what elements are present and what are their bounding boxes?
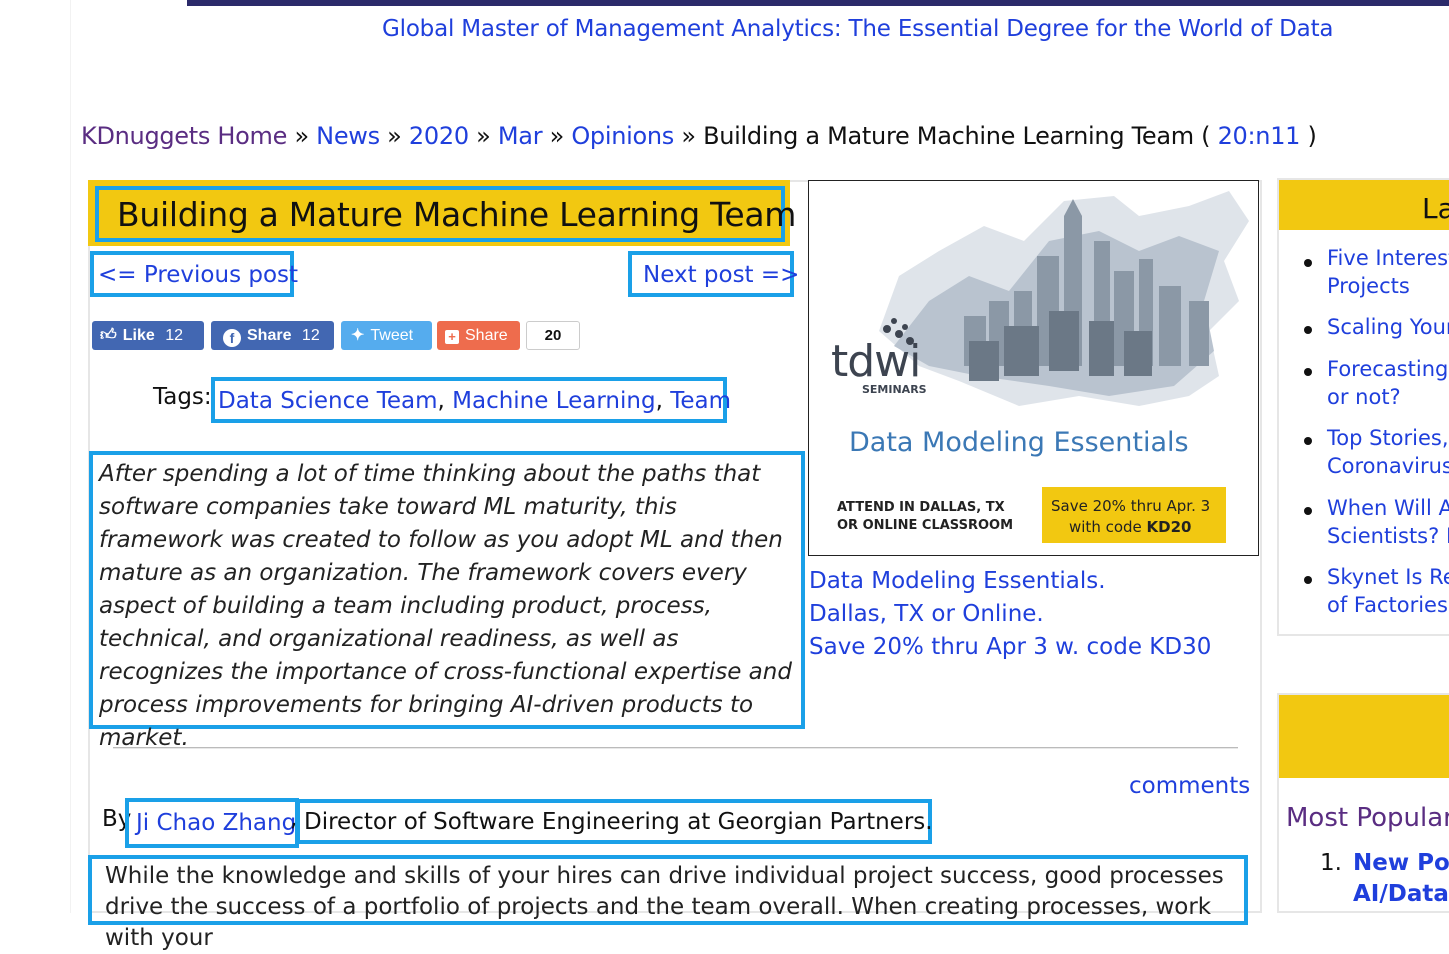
facebook-share-button[interactable]: f Share 12 — [211, 321, 334, 350]
tags-list: Data Science Team, Machine Learning, Tea… — [211, 377, 731, 423]
author-link[interactable]: Ji Chao Zhang — [125, 798, 299, 848]
breadcrumb-home[interactable]: KDnuggets Home — [81, 122, 287, 150]
most-popular-title: Most Popular — [1286, 803, 1449, 833]
breadcrumb-issue[interactable]: 20:n11 — [1218, 122, 1301, 150]
tag-link[interactable]: Data Science Team — [218, 388, 438, 414]
ad-brand-sub: SEMINARS — [862, 383, 927, 396]
bullet — [1304, 437, 1312, 445]
share-total-count: 20 — [526, 321, 580, 350]
bullet — [1304, 326, 1312, 334]
latest-posts-title: La — [1422, 192, 1449, 225]
article-title: Building a Mature Machine Learning Team — [95, 186, 796, 242]
thumbs-up-icon: 👍︎ — [100, 327, 117, 344]
bullet — [1304, 368, 1312, 376]
author-role: Director of Software Engineering at Geor… — [296, 799, 933, 844]
ad-caption[interactable]: Data Modeling Essentials. Dallas, TX or … — [809, 565, 1211, 664]
plus-icon: + — [445, 330, 459, 344]
comments-link[interactable]: comments — [1129, 773, 1250, 799]
share-count: 12 — [301, 327, 320, 344]
bullet — [1304, 576, 1312, 584]
breadcrumb-sep: » — [549, 122, 565, 150]
breadcrumb-close: ) — [1307, 122, 1317, 150]
ad-attend-line1: ATTEND IN DALLAS, TX — [837, 500, 1005, 515]
divider — [113, 747, 1238, 749]
article-body: While the knowledge and skills of your h… — [88, 855, 1248, 951]
article-excerpt: After spending a lot of time thinking ab… — [89, 451, 805, 751]
addthis-share-button[interactable]: + Share — [437, 321, 520, 350]
facebook-icon: f — [223, 329, 241, 347]
facebook-like-button[interactable]: 👍︎ Like 12 — [92, 321, 204, 350]
tag-link[interactable]: Machine Learning — [452, 388, 655, 414]
ad-save-line1: Save 20% thru Apr. 3 — [1051, 497, 1210, 515]
next-post-link[interactable]: Next post => — [628, 251, 799, 297]
ad-banner[interactable]: tdwi SEMINARS Data Modeling Essentials A… — [808, 180, 1259, 556]
author-role-end: . — [925, 809, 933, 835]
ad-headline: Data Modeling Essentials — [849, 427, 1189, 458]
like-label: Like — [122, 327, 155, 344]
bullet — [1304, 507, 1312, 515]
breadcrumb-section[interactable]: Opinions — [571, 122, 674, 150]
sidebar-post-link[interactable]: Skynet Is Reaof Factories V — [1327, 563, 1449, 619]
breadcrumb-sep: » — [387, 122, 402, 150]
sidebar-post-link[interactable]: Scaling Your — [1327, 313, 1449, 341]
promo-link[interactable]: Global Master of Management Analytics: T… — [382, 16, 1333, 42]
ad-graphic: tdwi SEMINARS Data Modeling Essentials A… — [831, 191, 1249, 543]
ad-brand: tdwi — [831, 336, 920, 387]
breadcrumb-current: Building a Mature Machine Learning Team … — [703, 122, 1211, 150]
breadcrumb-month[interactable]: Mar — [498, 122, 543, 150]
tweet-button[interactable]: ✦ Tweet — [341, 321, 432, 350]
breadcrumb-news[interactable]: News — [316, 122, 380, 150]
ad-caption-line[interactable]: Save 20% thru Apr 3 w. code KD30 — [809, 631, 1211, 664]
tweet-label: Tweet — [370, 327, 414, 344]
author-role-text: Director of Software Engineering at Geor… — [304, 809, 926, 835]
breadcrumb-sep: » — [476, 122, 491, 150]
previous-post-link[interactable]: <= Previous post — [90, 251, 298, 297]
popular-rank: 1. — [1320, 850, 1342, 876]
like-count: 12 — [165, 327, 183, 344]
breadcrumb-sep: » — [294, 122, 309, 150]
share-label: Share — [247, 327, 292, 344]
tag-link[interactable]: Team — [670, 388, 731, 414]
sidebar-post-link[interactable]: Five Interesti Projects — [1327, 244, 1449, 300]
sidebar-post-link[interactable]: Top Stories, Coronavirus — [1327, 424, 1449, 480]
breadcrumb-sep: » — [681, 122, 696, 150]
share2-label: Share — [465, 327, 508, 344]
popular-header — [1279, 695, 1449, 778]
top-banner-strip[interactable] — [187, 0, 1449, 6]
breadcrumb: KDnuggets Home » News » 2020 » Mar » Opi… — [81, 122, 1317, 150]
ad-caption-line[interactable]: Data Modeling Essentials. — [809, 565, 1211, 598]
sidebar-post-link[interactable]: When Will AuScientists? Po — [1327, 494, 1449, 550]
breadcrumb-year[interactable]: 2020 — [409, 122, 469, 150]
ad-attend-line2: OR ONLINE CLASSROOM — [837, 518, 1013, 533]
ad-caption-line[interactable]: Dallas, TX or Online. — [809, 598, 1211, 631]
ad-save-line2: with code KD20 — [1069, 518, 1192, 536]
popular-post-link[interactable]: New PollAI/Data S — [1353, 848, 1449, 910]
bullet — [1304, 259, 1312, 267]
sidebar-post-link[interactable]: Forecasting Sor not? — [1327, 355, 1449, 411]
twitter-bird-icon: ✦ — [351, 327, 365, 344]
tags-label: Tags: — [153, 384, 212, 410]
